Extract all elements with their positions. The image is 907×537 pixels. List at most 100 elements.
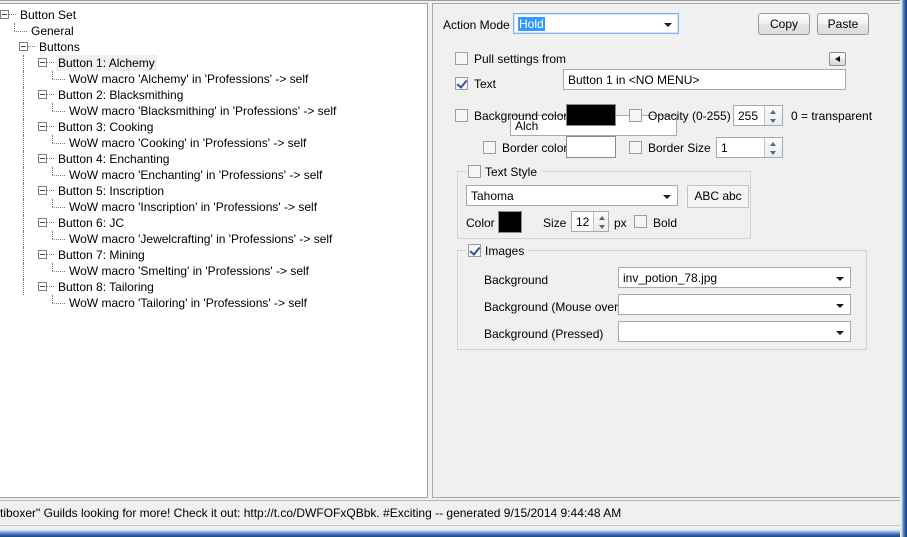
opacity-spinner-buttons[interactable]	[764, 106, 782, 125]
bold-checkbox[interactable]	[634, 215, 647, 228]
border-color-checkbox[interactable]	[483, 141, 496, 154]
spinner-down-icon[interactable]	[765, 148, 782, 158]
window-bottom-frame	[0, 529, 907, 537]
action-mode-combobox[interactable]: Hold	[513, 13, 679, 34]
tree-node-button-2[interactable]: Button 2: Blacksmithing	[0, 87, 427, 103]
font-size-unit-label: px	[614, 216, 627, 230]
collapse-toggle-icon[interactable]	[38, 122, 47, 132]
tree-connector	[48, 103, 67, 119]
border-size-spinner-buttons[interactable]	[764, 138, 782, 157]
tree-node-button-8[interactable]: Button 8: Tailoring	[0, 279, 427, 295]
tree-node-label: Button 6: JC	[58, 216, 125, 230]
tree-connector	[19, 199, 38, 215]
tree-node-macro-5[interactable]: WoW macro 'Inscription' in 'Professions'…	[0, 199, 427, 215]
collapse-toggle-icon[interactable]	[38, 218, 47, 228]
image-background-combobox[interactable]: inv_potion_78.jpg	[618, 267, 851, 288]
tree-scroll-area[interactable]: Button Set General Buttons Button 1: Alc…	[0, 4, 427, 497]
image-pressed-combobox[interactable]	[618, 321, 851, 342]
background-color-checkbox[interactable]	[455, 109, 468, 122]
tree-connector	[48, 71, 67, 87]
image-mouseover-combobox[interactable]	[618, 294, 851, 315]
images-checkbox[interactable]	[468, 244, 481, 258]
collapse-toggle-icon[interactable]	[38, 154, 47, 164]
background-color-label: Background color	[474, 109, 568, 123]
copy-button[interactable]: Copy	[758, 13, 810, 35]
tree-node-macro-8[interactable]: WoW macro 'Tailoring' in 'Professions' -…	[0, 295, 427, 311]
tree-node-label: Button 3: Cooking	[58, 120, 154, 134]
status-bar-text: tiboxer" Guilds looking for more! Check …	[0, 506, 622, 520]
tree-node-macro-6[interactable]: WoW macro 'Jewelcrafting' in 'Profession…	[0, 231, 427, 247]
chevron-down-icon[interactable]	[663, 195, 671, 199]
text-style-checkbox[interactable]	[468, 165, 481, 179]
text-style-group-header[interactable]: Text Style	[466, 164, 542, 179]
image-background-label: Background	[484, 273, 549, 287]
paste-button-label: Paste	[827, 17, 859, 31]
spinner-up-icon[interactable]	[765, 138, 782, 148]
tree-node-button-5[interactable]: Button 5: Inscription	[0, 183, 427, 199]
tree-node-macro-2[interactable]: WoW macro 'Blacksmithing' in 'Profession…	[0, 103, 427, 119]
opacity-spinner[interactable]: 255	[733, 105, 783, 126]
chevron-down-icon[interactable]	[836, 304, 844, 308]
collapse-toggle-icon[interactable]	[38, 186, 47, 196]
tree-connector	[19, 71, 38, 87]
collapse-toggle-icon[interactable]	[38, 58, 47, 68]
tree-node-macro-1[interactable]: WoW macro 'Alchemy' in 'Professions' -> …	[0, 71, 427, 87]
tree-node-macro-7[interactable]: WoW macro 'Smelting' in 'Professions' ->…	[0, 263, 427, 279]
tree-node-button-6[interactable]: Button 6: JC	[0, 215, 427, 231]
opacity-label: Opacity (0-255)	[648, 109, 731, 123]
font-family-combobox[interactable]: Tahoma	[466, 185, 678, 206]
button-set-tree-panel[interactable]: Button Set General Buttons Button 1: Alc…	[0, 3, 428, 498]
pull-settings-field[interactable]: Button 1 in <NO MENU>	[563, 69, 846, 90]
text-enabled-checkbox[interactable]	[455, 77, 468, 90]
tree-node-label: Buttons	[39, 40, 80, 54]
spinner-down-icon[interactable]	[765, 116, 782, 126]
spinner-up-icon[interactable]	[594, 212, 608, 222]
tree-node-button-4[interactable]: Button 4: Enchanting	[0, 151, 427, 167]
tree-connector	[48, 263, 67, 279]
tree-node-macro-4[interactable]: WoW macro 'Enchanting' in 'Professions' …	[0, 167, 427, 183]
tree-node-label: Button 2: Blacksmithing	[58, 88, 184, 102]
tree-node-macro-3[interactable]: WoW macro 'Cooking' in 'Professions' -> …	[0, 135, 427, 151]
tree-connector	[48, 295, 67, 311]
tree-node-button-set[interactable]: Button Set	[0, 7, 427, 23]
pull-settings-picker-button[interactable]	[829, 52, 846, 66]
border-color-swatch[interactable]	[566, 136, 616, 158]
tree-node-general[interactable]: General	[0, 23, 427, 39]
collapse-toggle-icon[interactable]	[38, 250, 47, 260]
tree-node-label: WoW macro 'Jewelcrafting' in 'Profession…	[69, 232, 333, 246]
tree-connector	[48, 231, 67, 247]
font-sample-text: ABC abc	[694, 189, 742, 203]
image-pressed-label: Background (Pressed)	[484, 327, 604, 341]
tree-connector	[19, 263, 38, 279]
text-color-swatch[interactable]	[498, 211, 522, 233]
border-size-spinner[interactable]: 1	[716, 137, 783, 158]
opacity-checkbox[interactable]	[629, 109, 642, 122]
tree-connector	[47, 119, 56, 135]
background-color-swatch[interactable]	[566, 104, 616, 126]
tree-node-button-7[interactable]: Button 7: Mining	[0, 247, 427, 263]
font-size-spinner-buttons[interactable]	[593, 212, 608, 231]
tree-node-button-3[interactable]: Button 3: Cooking	[0, 119, 427, 135]
tree-node-label: Button 7: Mining	[58, 248, 145, 262]
tree-connector	[47, 87, 56, 103]
paste-button[interactable]: Paste	[817, 13, 869, 35]
font-size-spinner[interactable]: 12	[571, 211, 609, 232]
collapse-toggle-icon[interactable]	[19, 42, 28, 52]
status-bar: tiboxer" Guilds looking for more! Check …	[0, 500, 900, 526]
spinner-down-icon[interactable]	[594, 222, 608, 232]
chevron-down-icon[interactable]	[664, 23, 672, 27]
collapse-toggle-icon[interactable]	[0, 10, 9, 20]
tree-node-button-1[interactable]: Button 1: Alchemy	[0, 55, 427, 71]
opacity-value: 255	[738, 109, 759, 123]
pull-settings-checkbox[interactable]	[455, 52, 468, 65]
tree-node-buttons[interactable]: Buttons	[0, 39, 427, 55]
spinner-up-icon[interactable]	[765, 106, 782, 116]
chevron-down-icon[interactable]	[836, 277, 844, 281]
tree-connector	[19, 247, 38, 263]
collapse-toggle-icon[interactable]	[38, 90, 47, 100]
images-group-header[interactable]: Images	[466, 243, 529, 258]
tree-node-label: WoW macro 'Alchemy' in 'Professions' -> …	[69, 72, 309, 86]
collapse-toggle-icon[interactable]	[38, 282, 47, 292]
border-size-checkbox[interactable]	[629, 141, 642, 154]
chevron-down-icon[interactable]	[836, 331, 844, 335]
